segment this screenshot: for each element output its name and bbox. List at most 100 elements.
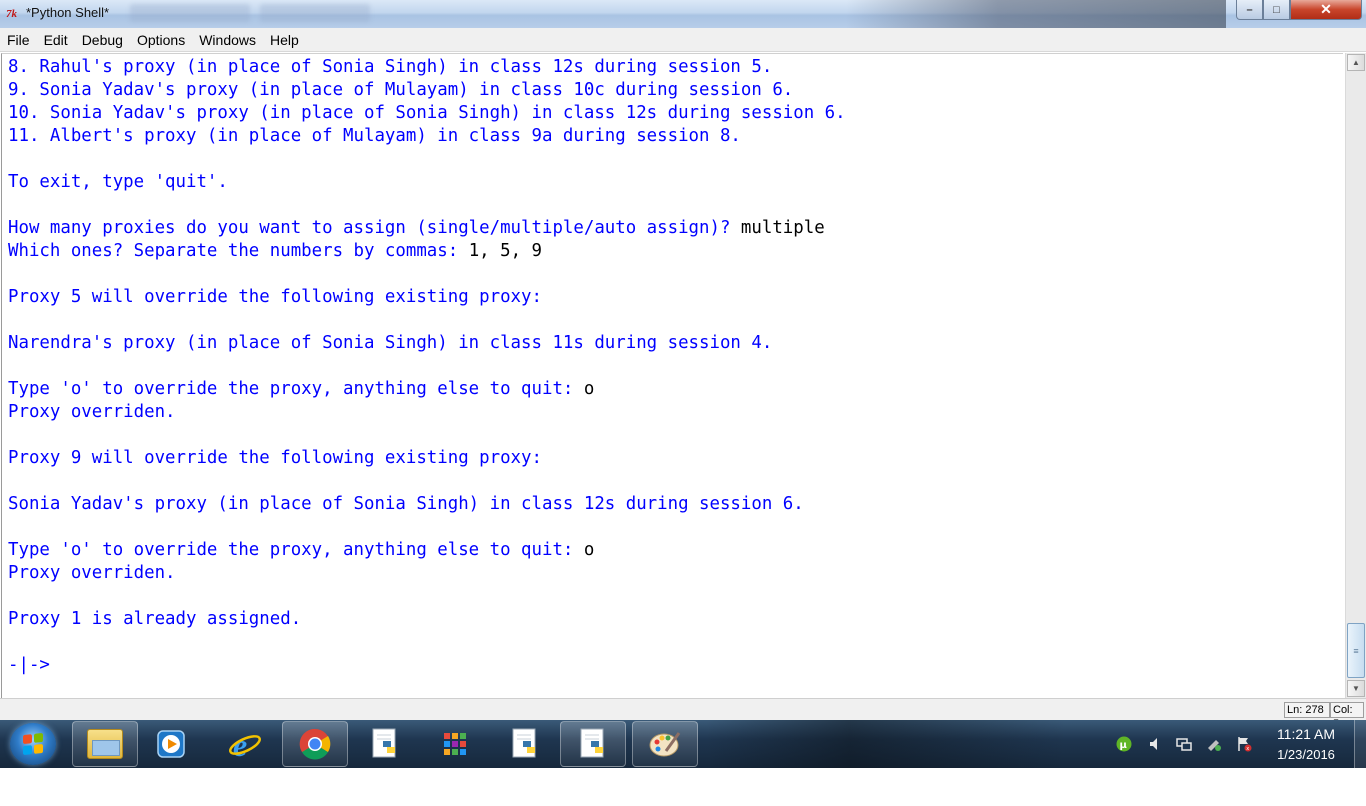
- shell-text-area[interactable]: 8. Rahul's proxy (in place of Sonia Sing…: [1, 53, 1343, 698]
- menu-windows[interactable]: Windows: [192, 29, 263, 51]
- internet-explorer-icon: e: [229, 727, 261, 762]
- svg-text:x: x: [1246, 746, 1249, 752]
- python-file-icon: [580, 728, 604, 758]
- taskbar-python-button-1[interactable]: [352, 721, 418, 767]
- shell-output-text: -|->: [8, 655, 50, 675]
- scroll-up-button[interactable]: ▲: [1347, 54, 1365, 71]
- action-center-flag-icon[interactable]: x: [1236, 736, 1252, 752]
- python-file-icon: [372, 728, 396, 758]
- python-file-icon: [512, 728, 536, 758]
- chrome-icon: [299, 728, 331, 760]
- windows-logo-icon: [23, 732, 43, 756]
- menu-debug[interactable]: Debug: [75, 29, 130, 51]
- tk-app-icon: 7k: [6, 8, 17, 20]
- scroll-thumb[interactable]: ≡: [1347, 623, 1365, 678]
- shell-line: 11. Albert's proxy (in place of Mulayam)…: [8, 125, 846, 148]
- shell-output-text: 8. Rahul's proxy (in place of Sonia Sing…: [8, 57, 773, 77]
- shell-output-text: Type 'o' to override the proxy, anything…: [8, 379, 584, 399]
- taskbar-paint-button[interactable]: [632, 721, 698, 767]
- title-bar[interactable]: 7k *Python Shell* – □ ✕: [0, 0, 1366, 28]
- taskbar-media-player-button[interactable]: [138, 721, 204, 767]
- clock-time[interactable]: 11:21 AM: [1264, 726, 1348, 742]
- user-input-text: o: [583, 379, 595, 399]
- background-shade: [706, 720, 1066, 768]
- shell-line: Proxy overriden.: [8, 562, 846, 585]
- vertical-scrollbar[interactable]: ▲ ≡ ▼: [1345, 53, 1366, 698]
- shell-output-text: Proxy overriden.: [8, 563, 176, 583]
- minimize-button[interactable]: –: [1236, 0, 1263, 20]
- menu-edit[interactable]: Edit: [37, 29, 75, 51]
- apps-grid-icon: [444, 733, 466, 755]
- taskbar-ie-button[interactable]: e: [212, 721, 278, 767]
- maximize-button[interactable]: □: [1263, 0, 1290, 20]
- show-desktop-button[interactable]: [1354, 720, 1366, 768]
- shell-output-text: 11. Albert's proxy (in place of Mulayam)…: [8, 126, 741, 146]
- shell-output-text: Proxy overriden.: [8, 402, 176, 422]
- shell-line: How many proxies do you want to assign (…: [8, 217, 846, 240]
- volume-icon[interactable]: [1148, 736, 1164, 752]
- status-bar: Ln: 278 Col: 5: [0, 698, 1366, 730]
- shell-output-text: Narendra's proxy (in place of Sonia Sing…: [8, 333, 773, 353]
- shell-output-text: 10. Sonia Yadav's proxy (in place of Son…: [8, 103, 846, 123]
- menu-file[interactable]: File: [0, 29, 37, 51]
- shell-output-text: Sonia Yadav's proxy (in place of Sonia S…: [8, 494, 804, 514]
- menu-help[interactable]: Help: [263, 29, 306, 51]
- bottom-margin: [0, 768, 1366, 806]
- taskbar-chrome-button[interactable]: [282, 721, 348, 767]
- taskbar-apps-button[interactable]: [422, 721, 488, 767]
- grip-icon: ≡: [1353, 645, 1359, 656]
- status-column-number: Col: 5: [1330, 702, 1364, 730]
- media-player-icon: [157, 730, 185, 758]
- start-button[interactable]: [10, 723, 56, 765]
- taskbar-explorer-button[interactable]: [72, 721, 138, 767]
- maximize-icon: □: [1273, 3, 1280, 16]
- shell-line: 10. Sonia Yadav's proxy (in place of Son…: [8, 102, 846, 125]
- close-button[interactable]: ✕: [1290, 0, 1362, 20]
- shell-line: Type 'o' to override the proxy, anything…: [8, 378, 846, 401]
- shell-lines: 8. Rahul's proxy (in place of Sonia Sing…: [8, 56, 846, 677]
- menu-bar: File Edit Debug Options Windows Help: [0, 28, 1366, 52]
- window-title: *Python Shell*: [26, 5, 110, 20]
- taskbar-python-button-2[interactable]: [492, 721, 558, 767]
- shell-output-text: Proxy 5 will override the following exis…: [8, 287, 542, 307]
- shell-output-text: Which ones? Separate the numbers by comm…: [8, 241, 469, 261]
- user-input-text: o: [583, 540, 595, 560]
- minimize-icon: –: [1246, 3, 1253, 16]
- scroll-down-button[interactable]: ▼: [1347, 680, 1365, 697]
- windows-explorer-icon: [87, 729, 123, 759]
- shell-line: 9. Sonia Yadav's proxy (in place of Mula…: [8, 79, 846, 102]
- shell-line: Proxy overriden.: [8, 401, 846, 424]
- user-input-text: multiple: [740, 218, 825, 238]
- taskbar-python-button-3[interactable]: [560, 721, 626, 767]
- usb-device-icon[interactable]: [1206, 736, 1222, 752]
- shell-line: To exit, type 'quit'.: [8, 171, 846, 194]
- shell-line: -|->: [8, 654, 846, 677]
- shell-line: Proxy 9 will override the following exis…: [8, 447, 846, 470]
- close-icon: ✕: [1320, 1, 1332, 17]
- shell-line: Narendra's proxy (in place of Sonia Sing…: [8, 332, 846, 355]
- status-line-number: Ln: 278: [1284, 702, 1330, 718]
- arrow-up-icon: ▲: [1352, 58, 1360, 67]
- clock-date[interactable]: 1/23/2016: [1264, 747, 1348, 762]
- utorrent-icon[interactable]: µ: [1116, 736, 1132, 752]
- shell-output-text: Proxy 1 is already assigned.: [8, 609, 302, 629]
- background-shade: [846, 0, 1226, 28]
- user-input-text: 1, 5, 9: [468, 241, 542, 261]
- shell-output-text: How many proxies do you want to assign (…: [8, 218, 741, 238]
- shell-line: Type 'o' to override the proxy, anything…: [8, 539, 846, 562]
- background-ghost: [260, 4, 370, 22]
- menu-options[interactable]: Options: [130, 29, 192, 51]
- arrow-down-icon: ▼: [1352, 684, 1360, 693]
- network-icon[interactable]: [1176, 736, 1192, 752]
- shell-output-text: Type 'o' to override the proxy, anything…: [8, 540, 584, 560]
- shell-line: Which ones? Separate the numbers by comm…: [8, 240, 846, 263]
- background-ghost: [130, 4, 250, 22]
- taskbar: e µ x 11:21 AM 1/23/2016: [0, 720, 1366, 768]
